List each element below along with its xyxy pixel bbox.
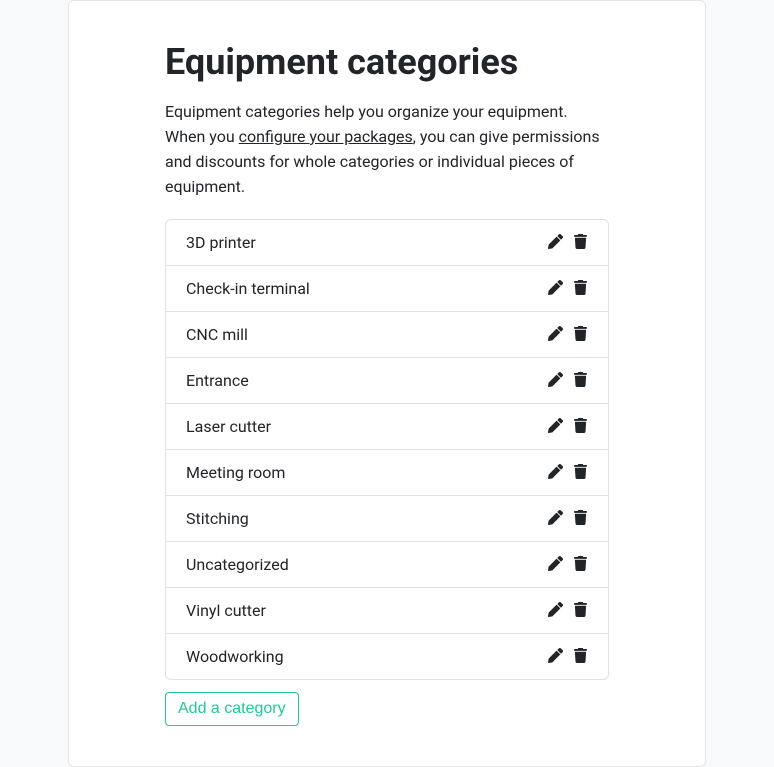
category-name: Uncategorized [186, 555, 289, 574]
edit-button[interactable] [548, 418, 563, 436]
trash-icon [573, 464, 588, 482]
edit-button[interactable] [548, 234, 563, 252]
trash-icon [573, 372, 588, 390]
list-item: Meeting room [166, 450, 608, 496]
row-actions [548, 418, 588, 436]
delete-button[interactable] [573, 648, 588, 666]
trash-icon [573, 510, 588, 528]
trash-icon [573, 326, 588, 344]
list-item: Vinyl cutter [166, 588, 608, 634]
configure-packages-link[interactable]: configure your packages [239, 127, 413, 146]
category-name: Check-in terminal [186, 279, 310, 298]
row-actions [548, 280, 588, 298]
edit-button[interactable] [548, 326, 563, 344]
edit-button[interactable] [548, 372, 563, 390]
pencil-icon [548, 280, 563, 298]
pencil-icon [548, 556, 563, 574]
list-item: Woodworking [166, 634, 608, 679]
row-actions [548, 602, 588, 620]
row-actions [548, 510, 588, 528]
categories-card: Equipment categories Equipment categorie… [68, 0, 706, 767]
trash-icon [573, 556, 588, 574]
trash-icon [573, 418, 588, 436]
category-name: Vinyl cutter [186, 601, 266, 620]
category-name: Entrance [186, 371, 249, 390]
edit-button[interactable] [548, 464, 563, 482]
category-name: Woodworking [186, 647, 284, 666]
row-actions [548, 326, 588, 344]
trash-icon [573, 234, 588, 252]
category-name: 3D printer [186, 233, 256, 252]
pencil-icon [548, 418, 563, 436]
trash-icon [573, 280, 588, 298]
trash-icon [573, 602, 588, 620]
delete-button[interactable] [573, 510, 588, 528]
delete-button[interactable] [573, 326, 588, 344]
category-name: CNC mill [186, 325, 248, 344]
list-item: Laser cutter [166, 404, 608, 450]
pencil-icon [548, 326, 563, 344]
trash-icon [573, 648, 588, 666]
page-title: Equipment categories [165, 41, 609, 84]
delete-button[interactable] [573, 372, 588, 390]
category-name: Laser cutter [186, 417, 271, 436]
list-item: 3D printer [166, 220, 608, 266]
delete-button[interactable] [573, 280, 588, 298]
list-item: Uncategorized [166, 542, 608, 588]
row-actions [548, 234, 588, 252]
list-item: Stitching [166, 496, 608, 542]
edit-button[interactable] [548, 556, 563, 574]
list-item: Entrance [166, 358, 608, 404]
row-actions [548, 464, 588, 482]
pencil-icon [548, 372, 563, 390]
edit-button[interactable] [548, 280, 563, 298]
list-item: Check-in terminal [166, 266, 608, 312]
categories-list: 3D printer Check-in terminal [165, 219, 609, 680]
delete-button[interactable] [573, 556, 588, 574]
add-category-button[interactable]: Add a category [165, 692, 299, 726]
delete-button[interactable] [573, 418, 588, 436]
delete-button[interactable] [573, 234, 588, 252]
row-actions [548, 648, 588, 666]
row-actions [548, 372, 588, 390]
edit-button[interactable] [548, 602, 563, 620]
edit-button[interactable] [548, 648, 563, 666]
pencil-icon [548, 464, 563, 482]
delete-button[interactable] [573, 602, 588, 620]
delete-button[interactable] [573, 464, 588, 482]
edit-button[interactable] [548, 510, 563, 528]
pencil-icon [548, 234, 563, 252]
category-name: Stitching [186, 509, 249, 528]
description: Equipment categories help you organize y… [165, 100, 609, 199]
pencil-icon [548, 648, 563, 666]
category-name: Meeting room [186, 463, 285, 482]
pencil-icon [548, 510, 563, 528]
list-item: CNC mill [166, 312, 608, 358]
pencil-icon [548, 602, 563, 620]
row-actions [548, 556, 588, 574]
